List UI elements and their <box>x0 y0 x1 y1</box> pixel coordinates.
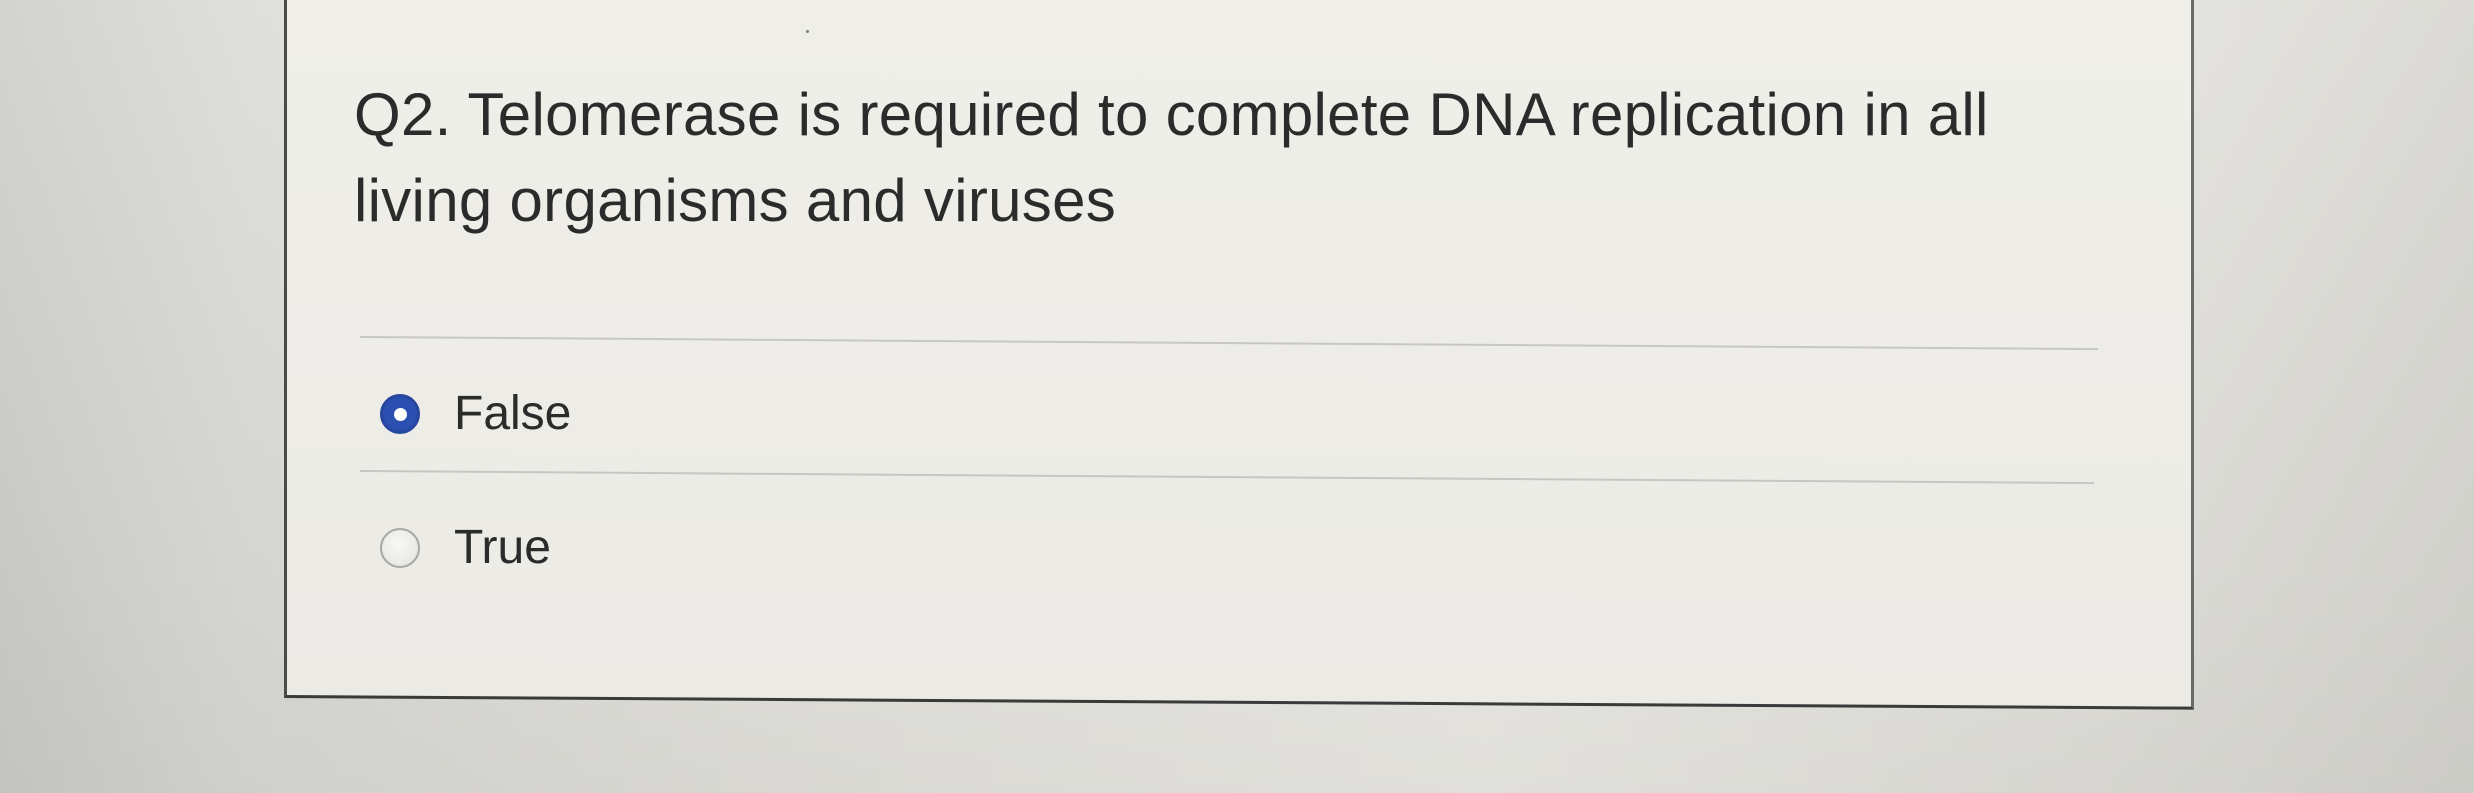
answer-option-false[interactable]: False <box>380 384 571 444</box>
answer-option-true[interactable]: True <box>380 518 551 578</box>
question-text: Q2. Telomerase is required to complete D… <box>354 81 1989 234</box>
answer-label-true: True <box>454 521 551 574</box>
screen-speck <box>806 30 809 33</box>
radio-button-checked-icon[interactable] <box>380 394 420 434</box>
answer-label-false: False <box>454 387 572 440</box>
radio-button-unchecked-icon[interactable] <box>380 528 420 568</box>
